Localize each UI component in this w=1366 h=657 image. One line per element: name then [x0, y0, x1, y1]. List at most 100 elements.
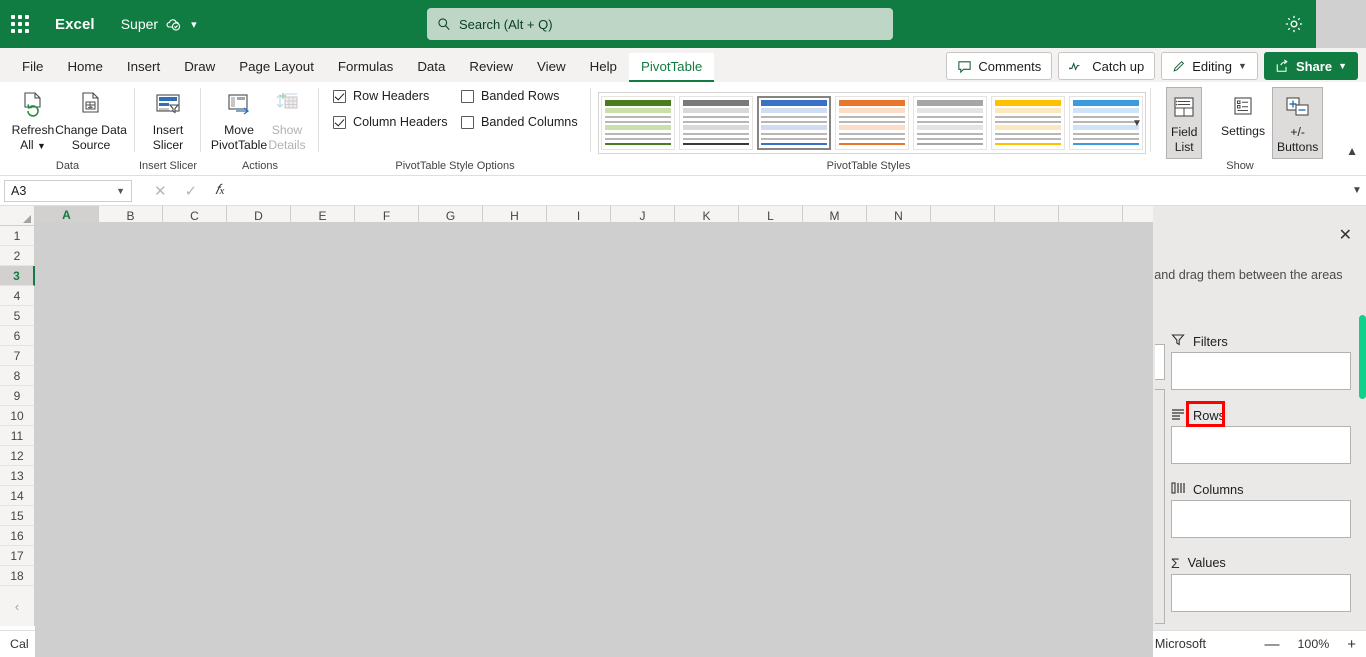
pane-help-text: rt and drag them between the areas: [1143, 268, 1343, 282]
column-headers-checkbox[interactable]: Column Headers: [333, 115, 448, 129]
values-drop-area[interactable]: [1171, 574, 1351, 612]
row-header-12[interactable]: 12: [0, 446, 35, 466]
tab-view[interactable]: View: [525, 53, 578, 82]
row-header-6[interactable]: 6: [0, 326, 35, 346]
app-name[interactable]: Excel: [55, 16, 95, 33]
plus-minus-buttons-button[interactable]: +/- Buttons: [1272, 87, 1324, 159]
name-box[interactable]: A3 ▼: [4, 179, 132, 202]
plus-minus-icon: [1284, 91, 1312, 125]
row-header-17[interactable]: 17: [0, 546, 35, 566]
gear-icon[interactable]: [1283, 13, 1305, 35]
comments-label: Comments: [978, 58, 1042, 74]
change-data-source-button[interactable]: Change Data Source: [52, 87, 130, 153]
pencil-icon: [1173, 60, 1185, 72]
style-thumbnail[interactable]: [601, 96, 675, 150]
pane-scrollbar-thumb[interactable]: [1359, 315, 1366, 399]
style-thumbnail-selected[interactable]: [757, 96, 831, 150]
row-header-16[interactable]: 16: [0, 526, 35, 546]
row-header-5[interactable]: 5: [0, 306, 35, 326]
row-header-10[interactable]: 10: [0, 406, 35, 426]
tab-draw[interactable]: Draw: [172, 53, 227, 82]
row-headers: 1 2 3 4 5 6 7 8 9 10 11 12 13 14 15 16 1…: [0, 226, 35, 626]
show-details-label-2: Details: [268, 138, 306, 152]
columns-drop-area[interactable]: [1171, 500, 1351, 538]
tab-help[interactable]: Help: [578, 53, 629, 82]
tab-pivottable[interactable]: PivotTable: [628, 53, 715, 82]
row-header-18[interactable]: 18: [0, 566, 35, 586]
style-thumbnail[interactable]: [991, 96, 1065, 150]
pivottable-styles-gallery[interactable]: [598, 92, 1146, 154]
row-header-13[interactable]: 13: [0, 466, 35, 486]
comments-button[interactable]: Comments: [946, 52, 1053, 80]
plus-icon[interactable]: +: [1347, 636, 1356, 653]
ribbon-group-data: Refresh All ▼ Change Data Source Data: [0, 82, 135, 176]
formula-input[interactable]: [240, 179, 1344, 202]
app-launcher-icon[interactable]: [0, 0, 40, 48]
field-search-box-edge: [1155, 344, 1165, 380]
row-header-15[interactable]: 15: [0, 506, 35, 526]
document-name[interactable]: Super: [121, 16, 158, 32]
search-input[interactable]: Search (Alt + Q): [427, 8, 893, 40]
group-label-style-options: PivotTable Style Options: [395, 160, 515, 172]
show-details-label-1: Show: [271, 123, 303, 137]
row-headers-checkbox[interactable]: Row Headers: [333, 89, 429, 103]
tab-insert[interactable]: Insert: [115, 53, 172, 82]
row-header-1[interactable]: 1: [0, 226, 35, 246]
group-label-actions: Actions: [241, 160, 279, 172]
row-header-14[interactable]: 14: [0, 486, 35, 506]
close-icon[interactable]: ✕: [1339, 228, 1352, 244]
row-header-7[interactable]: 7: [0, 346, 35, 366]
row-header-4[interactable]: 4: [0, 286, 35, 306]
excel-web-app: Excel Super ▾ Search (Alt + Q) File Home…: [0, 0, 1366, 657]
plus-minus-label-1: +/-: [1290, 125, 1305, 139]
row-header-9[interactable]: 9: [0, 386, 35, 406]
tab-home[interactable]: Home: [55, 53, 114, 82]
rows-drop-area[interactable]: [1171, 426, 1351, 464]
show-details-icon: [272, 87, 302, 123]
row-header-11[interactable]: 11: [0, 426, 35, 446]
banded-rows-label: Banded Rows: [481, 89, 560, 103]
tab-review[interactable]: Review: [457, 53, 525, 82]
row-header-2[interactable]: 2: [0, 246, 35, 266]
field-list-button[interactable]: Field List: [1166, 87, 1203, 159]
insert-slicer-button[interactable]: Insert Slicer: [135, 87, 201, 153]
sigma-icon: Σ: [1171, 554, 1180, 571]
calculation-mode-label: Cal: [10, 637, 29, 651]
field-list-label-2: List: [1174, 140, 1194, 154]
title-bar: Excel Super ▾ Search (Alt + Q): [0, 0, 1316, 48]
catch-up-button[interactable]: Catch up: [1058, 52, 1156, 80]
select-all-icon[interactable]: [0, 206, 35, 226]
enter-formula-icon[interactable]: ✓: [185, 182, 198, 200]
editing-button[interactable]: Editing ▼: [1161, 52, 1258, 80]
filters-drop-area[interactable]: [1171, 352, 1351, 390]
style-thumbnail[interactable]: [679, 96, 753, 150]
styles-more-chevron-icon[interactable]: ▼: [1128, 92, 1146, 154]
minus-icon[interactable]: —: [1265, 636, 1280, 653]
banded-columns-checkbox[interactable]: Banded Columns: [461, 115, 578, 129]
tab-data[interactable]: Data: [405, 53, 457, 82]
slicer-icon: [153, 87, 183, 123]
previous-sheet-icon[interactable]: ‹: [0, 586, 35, 626]
change-data-source-label-2: Source: [71, 138, 111, 152]
filters-area-label: Filters: [1171, 333, 1228, 350]
style-thumbnail[interactable]: [835, 96, 909, 150]
settings-button[interactable]: Settings: [1217, 87, 1269, 157]
checkbox-icon: [333, 115, 346, 129]
cancel-formula-icon[interactable]: ✕: [154, 182, 167, 200]
cloud-saved-icon[interactable]: [165, 16, 181, 32]
document-menu-chevron-icon[interactable]: ▾: [191, 18, 197, 31]
insert-function-icon[interactable]: 𝑓x: [215, 183, 224, 199]
tab-file[interactable]: File: [10, 53, 55, 82]
share-button[interactable]: Share ▼: [1263, 52, 1358, 80]
collapse-ribbon-icon[interactable]: ▲: [1346, 144, 1358, 158]
tab-formulas[interactable]: Formulas: [326, 53, 405, 82]
style-thumbnail[interactable]: [913, 96, 987, 150]
banded-rows-checkbox[interactable]: Banded Rows: [461, 89, 559, 103]
expand-formula-bar-icon[interactable]: ▼: [1348, 185, 1366, 196]
insert-slicer-label-2: Slicer: [152, 138, 184, 152]
row-header-8[interactable]: 8: [0, 366, 35, 386]
row-header-3[interactable]: 3: [0, 266, 35, 286]
group-label-insert-slicer: Insert Slicer: [138, 160, 198, 172]
tab-page-layout[interactable]: Page Layout: [227, 53, 326, 82]
move-pivottable-label-1: Move: [224, 123, 254, 137]
